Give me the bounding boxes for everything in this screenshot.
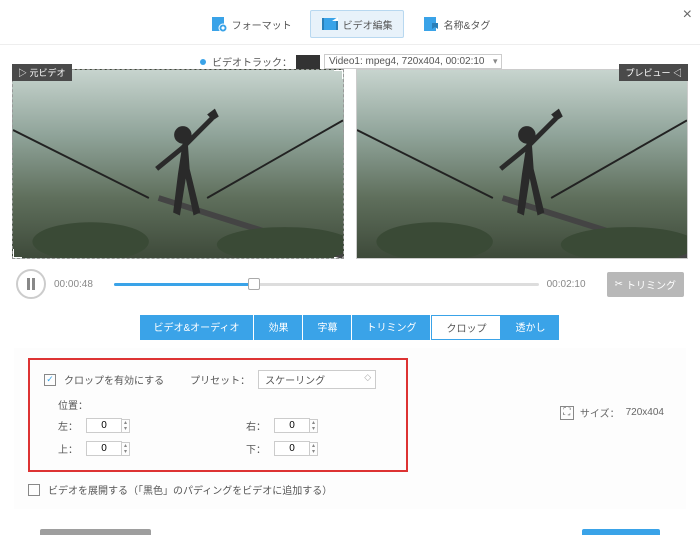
size-value: 720x404 [626,407,664,418]
tab-format[interactable]: フォーマット [200,10,302,38]
format-icon [210,15,228,33]
size-info: ⛶ サイズ： 720x404 [560,405,664,420]
subtab-effect[interactable]: 効果 [254,315,303,340]
right-input[interactable]: ▴▾ [274,418,334,433]
top-label: 上： [58,441,86,456]
subtab-crop[interactable]: クロップ [431,315,501,340]
position-label: 位置： [58,397,392,412]
tab-video-edit[interactable]: ビデオ編集 [310,10,404,38]
tab-nametag-label: 名称&タグ [444,17,491,32]
seek-slider[interactable] [114,277,539,291]
highlighted-crop-area: ✓ クロップを有効にする プリセット： スケーリング 位置： 左： ▴▾ 右： … [28,358,408,472]
video-frame-icon [357,70,687,258]
current-time: 00:00:48 [54,279,106,290]
enable-crop-checkbox[interactable]: ✓ [44,374,56,386]
subtab-watermark[interactable]: 透かし [501,315,560,340]
size-label: サイズ： [580,405,620,420]
preview-badge: プレビュー ◁ [619,64,688,81]
preset-select[interactable]: スケーリング [258,370,376,389]
subtab-trim[interactable]: トリミング [352,315,431,340]
bottom-label: 下： [246,441,274,456]
right-label: 右： [246,418,274,433]
video-frame-icon [13,70,343,258]
top-input[interactable]: ▴▾ [86,441,146,456]
scissors-icon: ✂ [615,279,623,290]
film-icon [321,15,339,33]
subtab-subtitle[interactable]: 字幕 [303,315,352,340]
tab-edit-label: ビデオ編集 [343,17,393,32]
tab-format-label: フォーマット [232,17,292,32]
enable-crop-label: クロップを有効にする [64,372,164,387]
dimensions-icon: ⛶ [560,406,574,420]
sub-tabs: ビデオ&オーディオ 効果 字幕 トリミング クロップ 透かし [0,309,700,342]
total-time: 00:02:10 [547,279,599,290]
crop-panel: ✓ クロップを有効にする プリセット： スケーリング 位置： 左： ▴▾ 右： … [14,348,686,509]
result-preview[interactable] [356,69,688,259]
expand-video-checkbox[interactable] [28,484,40,496]
original-badge: ▷ 元ビデオ [12,64,72,81]
footer: キャンセル 完了 [0,515,700,535]
original-preview[interactable] [12,69,344,259]
top-tabs: フォーマット ビデオ編集 名称&タグ [0,0,700,45]
bottom-input[interactable]: ▴▾ [274,441,334,456]
close-icon[interactable]: × [683,6,692,24]
trim-button[interactable]: ✂トリミング [607,272,684,297]
left-input[interactable]: ▴▾ [86,418,146,433]
cancel-button[interactable]: キャンセル [40,529,151,535]
tab-name-tag[interactable]: 名称&タグ [412,10,501,38]
preset-label: プリセット： [190,372,250,387]
left-label: 左： [58,418,86,433]
done-button[interactable]: 完了 [582,529,660,535]
pause-button[interactable] [16,269,46,299]
subtab-video-audio[interactable]: ビデオ&オーディオ [140,315,255,340]
player-controls: 00:00:48 00:02:10 ✂トリミング [0,263,700,309]
expand-video-label: ビデオを展開する（「黒色」のパディングをビデオに追加する） [48,482,332,497]
tag-icon [422,15,440,33]
